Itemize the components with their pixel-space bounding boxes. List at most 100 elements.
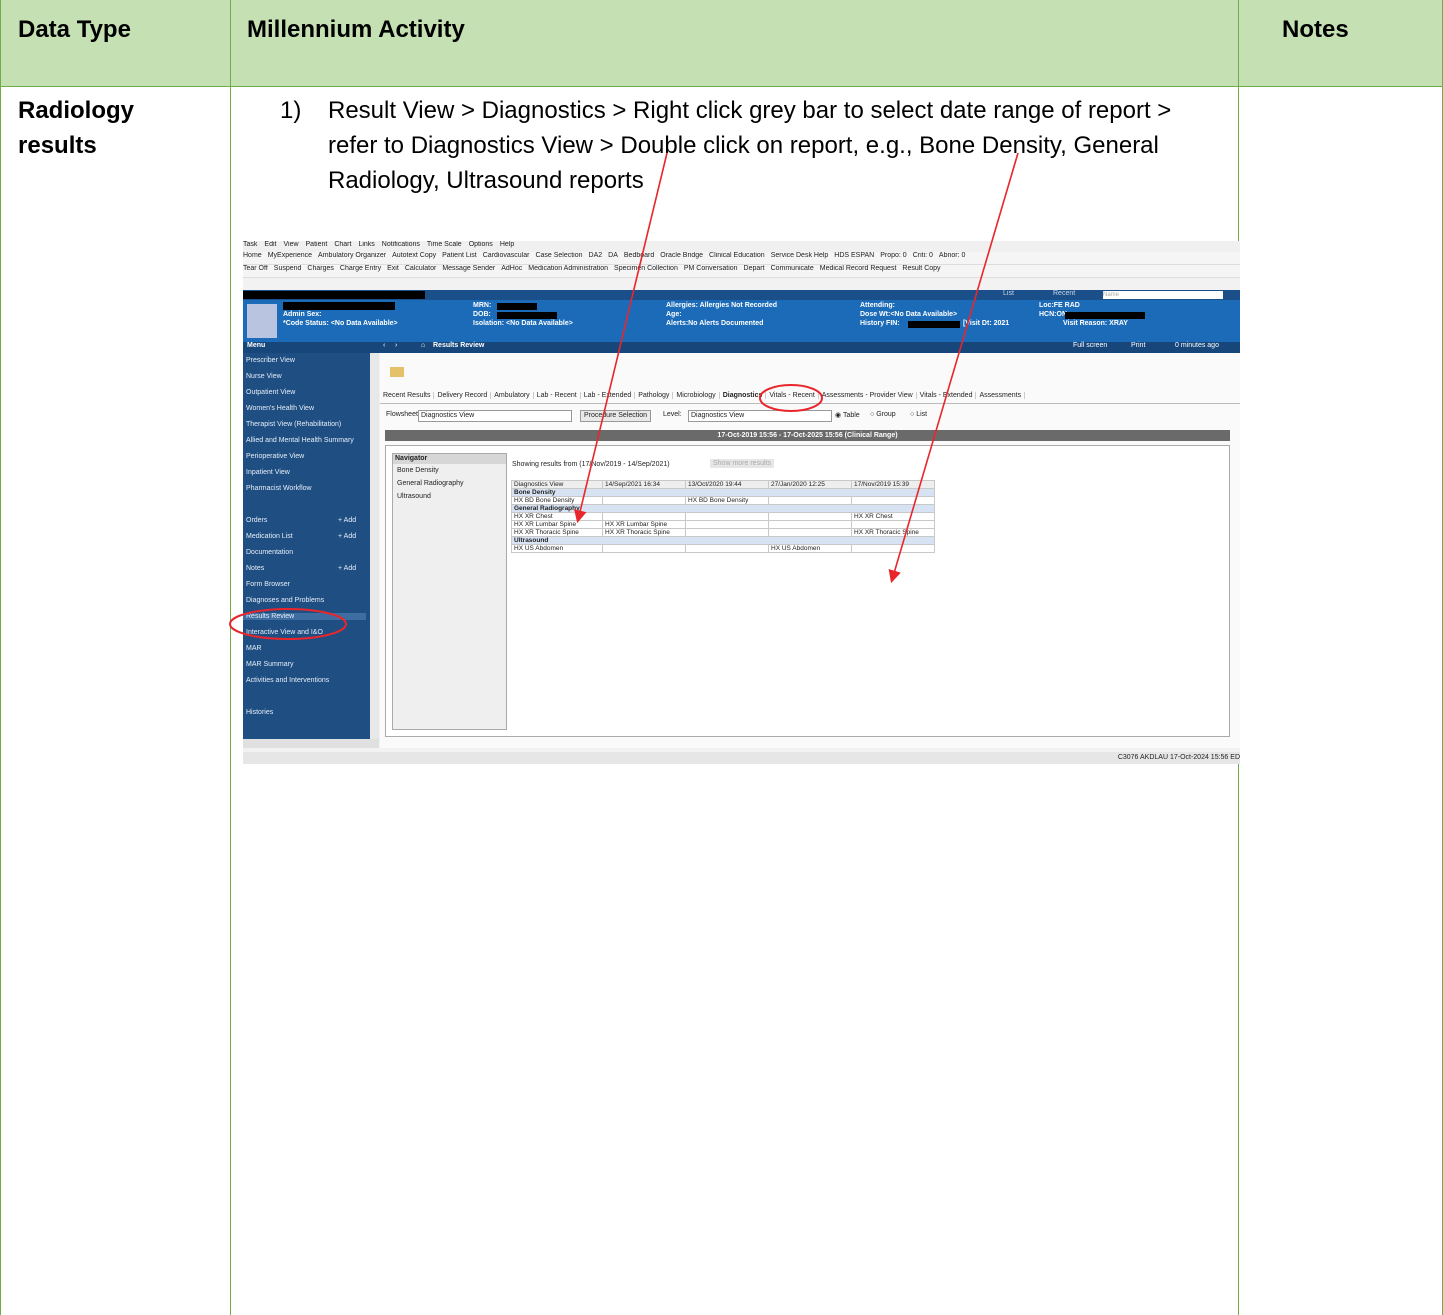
results-tab[interactable]: Assessments [976, 392, 1026, 399]
sidebar-item[interactable]: Medication List [246, 533, 293, 540]
toolbar-button[interactable]: DA2 [589, 252, 603, 259]
radio-table[interactable]: ◉ Table [835, 411, 860, 419]
sidebar-item[interactable]: Nurse View [246, 373, 282, 380]
refresh-status[interactable]: 0 minutes ago [1175, 342, 1219, 349]
sidebar-item[interactable]: Orders [246, 517, 267, 524]
toolbar-button[interactable]: Calculator [405, 265, 437, 272]
results-tab[interactable]: Lab - Extended [580, 392, 636, 399]
menu-item[interactable]: Task [243, 241, 257, 248]
toolbar-button[interactable]: DA [608, 252, 618, 259]
toolbar-button[interactable]: Service Desk Help [771, 252, 829, 259]
grid-header-cell[interactable]: 17/Nov/2019 15:39 [851, 480, 935, 489]
grid-result-cell[interactable]: HX XR Chest [851, 512, 935, 521]
radio-group[interactable]: ○ Group [870, 411, 896, 418]
toolbar-button[interactable]: Propo: 0 [880, 252, 906, 259]
level-select[interactable]: Diagnostics View [688, 410, 832, 422]
sidebar-item[interactable]: Notes [246, 565, 264, 572]
toolbar-button[interactable]: Abnor: 0 [939, 252, 965, 259]
toolbar-button[interactable]: MyExperience [268, 252, 312, 259]
toolbar-button[interactable]: Autotext Copy [392, 252, 436, 259]
show-more-button[interactable]: Show more results [710, 459, 774, 468]
add-button[interactable]: + Add [338, 517, 356, 524]
sidebar-item[interactable]: Form Browser [246, 581, 290, 588]
full-screen-button[interactable]: Full screen [1073, 342, 1107, 349]
navigator-item[interactable]: Bone Density [393, 464, 506, 477]
sidebar-item[interactable]: Pharmacist Workflow [246, 485, 312, 492]
menu-item[interactable]: Edit [264, 241, 276, 248]
toolbar-button[interactable]: Suspend [274, 265, 302, 272]
results-tab[interactable]: Diagnostics [719, 392, 767, 399]
toolbar-button[interactable]: Charges [307, 265, 333, 272]
sidebar-item[interactable]: Activities and Interventions [246, 677, 329, 684]
toolbar-button[interactable]: Result Copy [902, 265, 940, 272]
toolbar-button[interactable]: Tear Off [243, 265, 268, 272]
sidebar-item[interactable]: Documentation [246, 549, 293, 556]
folder-icon[interactable] [390, 367, 404, 377]
sidebar-item[interactable]: Women's Health View [246, 405, 314, 412]
toolbar-button[interactable]: Ambulatory Organizer [318, 252, 386, 259]
horizontal-scrollbar[interactable] [243, 739, 379, 748]
home-icon[interactable]: ⌂ [421, 342, 425, 349]
results-tab[interactable]: Ambulatory [491, 392, 534, 399]
toolbar-button[interactable]: Charge Entry [340, 265, 381, 272]
sidebar-scrollbar[interactable] [370, 353, 379, 739]
results-tab[interactable]: Recent Results [380, 392, 435, 399]
results-tab[interactable]: Pathology [635, 392, 674, 399]
toolbar-button[interactable]: HDS ESPAN [834, 252, 874, 259]
menu-item[interactable]: Help [500, 241, 514, 248]
toolbar-button[interactable]: AdHoc [501, 265, 522, 272]
toolbar-button[interactable]: Cardiovascular [483, 252, 530, 259]
toolbar-button[interactable]: Message Sender [442, 265, 495, 272]
toolbar-button[interactable]: Exit [387, 265, 399, 272]
menu-item[interactable]: View [283, 241, 298, 248]
recent-button[interactable]: Recent [1053, 290, 1075, 297]
toolbar-button[interactable]: Medical Record Request [820, 265, 897, 272]
sidebar-item[interactable]: Diagnoses and Problems [246, 597, 324, 604]
toolbar-button[interactable]: Depart [744, 265, 765, 272]
results-tab[interactable]: Vitals - Extended [916, 392, 977, 399]
list-button[interactable]: List [1003, 290, 1014, 297]
menu-item[interactable]: Patient [306, 241, 328, 248]
grid-header-cell[interactable]: 14/Sep/2021 16:34 [602, 480, 686, 489]
sidebar-item[interactable]: Histories [246, 709, 273, 716]
sidebar-item[interactable]: Therapist View (Rehabilitation) [246, 421, 341, 428]
date-range-bar[interactable]: 17-Oct-2019 15:56 - 17-Oct-2025 15:56 (C… [385, 430, 1230, 441]
toolbar-button[interactable]: Bedboard [624, 252, 654, 259]
sidebar-item[interactable]: Interactive View and I&O [246, 629, 323, 636]
grid-header-cell[interactable]: Diagnostics View [511, 480, 603, 489]
back-arrow-icon[interactable]: ‹ [383, 342, 385, 349]
results-tab[interactable]: Delivery Record [434, 392, 492, 399]
toolbar-button[interactable]: Oracle Bridge [660, 252, 703, 259]
sidebar-item[interactable]: Results Review [243, 613, 366, 620]
sidebar-item[interactable]: Inpatient View [246, 469, 290, 476]
grid-header-cell[interactable]: 27/Jan/2020 12:25 [768, 480, 852, 489]
toolbar-button[interactable]: Clinical Education [709, 252, 765, 259]
toolbar-button[interactable]: Case Selection [535, 252, 582, 259]
sidebar-item[interactable]: Allied and Mental Health Summary [246, 437, 354, 444]
toolbar-button[interactable]: Patient List [442, 252, 477, 259]
print-button[interactable]: Print [1131, 342, 1145, 349]
toolbar-button[interactable]: Medication Administration [528, 265, 608, 272]
grid-result-cell[interactable]: HX XR Thoracic Spine [851, 528, 935, 537]
sidebar-item[interactable]: Prescriber View [246, 357, 295, 364]
grid-result-cell[interactable]: HX BD Bone Density [685, 496, 769, 505]
menu-item[interactable]: Notifications [382, 241, 420, 248]
flowsheet-select[interactable]: Diagnostics View [418, 410, 572, 422]
sidebar-item[interactable]: Outpatient View [246, 389, 295, 396]
sidebar-item[interactable]: MAR [246, 645, 262, 652]
grid-result-cell[interactable]: HX XR Thoracic Spine [602, 528, 686, 537]
toolbar-button[interactable]: PM Conversation [684, 265, 738, 272]
menu-item[interactable]: Time Scale [427, 241, 462, 248]
radio-list[interactable]: ○ List [910, 411, 927, 418]
menu-item[interactable]: Chart [334, 241, 351, 248]
results-tab[interactable]: Assessments - Provider View [818, 392, 917, 399]
navigator-item[interactable]: Ultrasound [393, 490, 506, 503]
add-button[interactable]: + Add [338, 565, 356, 572]
menu-item[interactable]: Links [358, 241, 374, 248]
toolbar-button[interactable]: Home [243, 252, 262, 259]
patient-search-input[interactable]: Name [1103, 291, 1223, 299]
toolbar-button[interactable]: Specimen Collection [614, 265, 678, 272]
add-button[interactable]: + Add [338, 533, 356, 540]
toolbar-button[interactable]: Communicate [771, 265, 814, 272]
grid-header-cell[interactable]: 13/Oct/2020 19:44 [685, 480, 769, 489]
